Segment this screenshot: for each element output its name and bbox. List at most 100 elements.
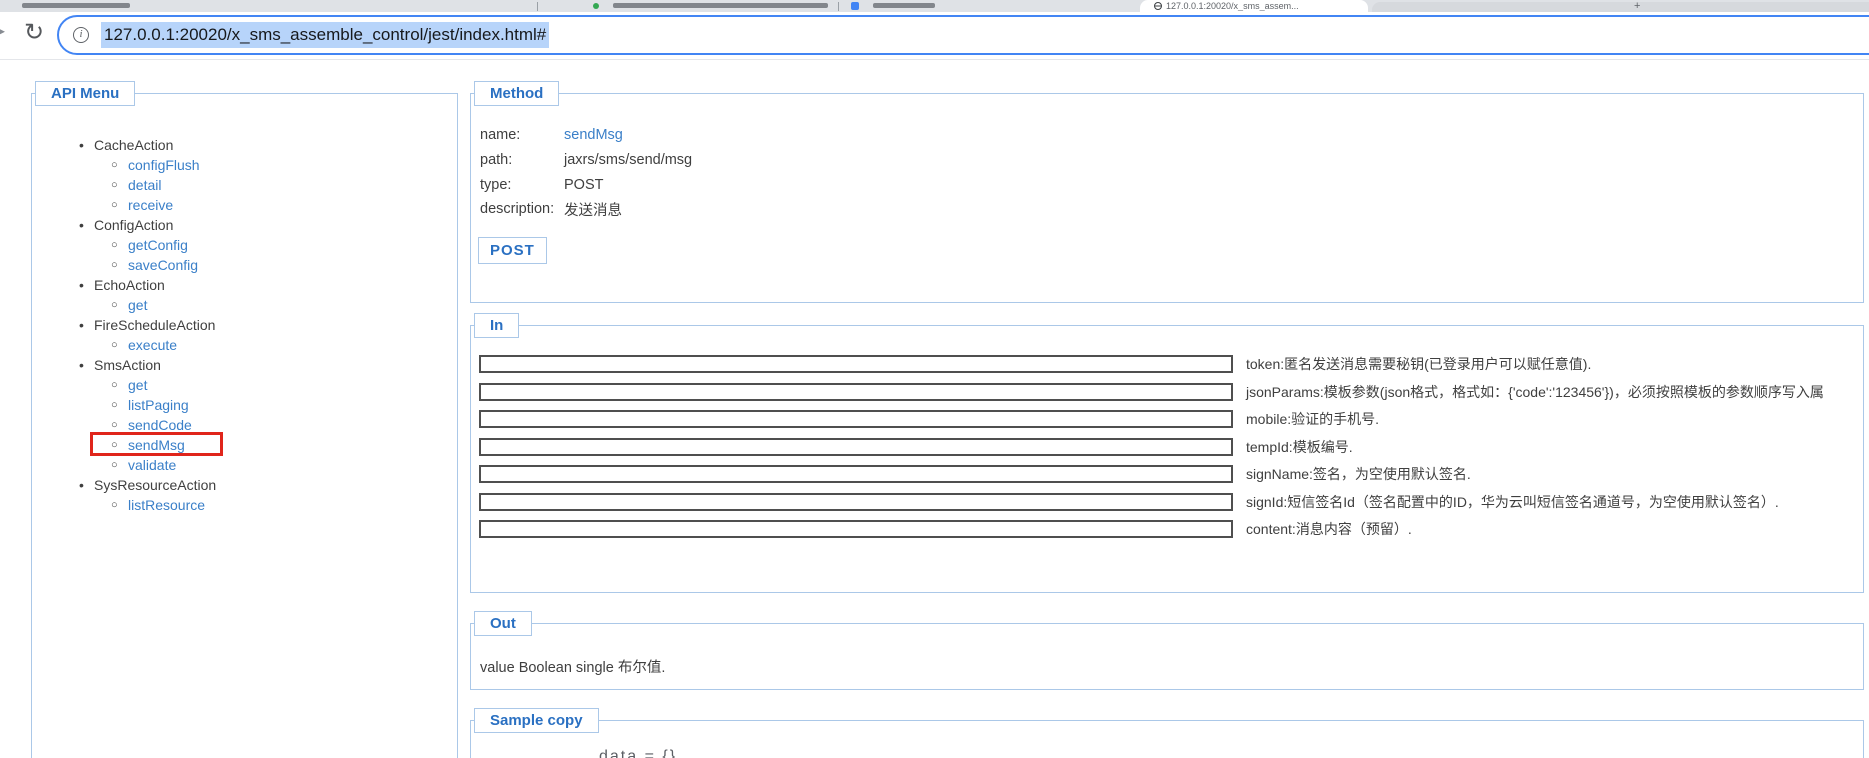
sample-copy-panel: Sample copy data = {} xyxy=(470,708,1864,758)
in-legend: In xyxy=(474,313,520,338)
menu-item-sendCode[interactable]: sendCode xyxy=(128,417,192,433)
page-info-icon[interactable]: i xyxy=(73,27,89,43)
menu-item-execute[interactable]: execute xyxy=(128,337,177,353)
bullet-circle-icon: ○ xyxy=(111,299,118,311)
active-tab-title: 127.0.0.1:20020/x_sms_assem... xyxy=(1166,1,1299,11)
tab-title-fragment[interactable] xyxy=(613,3,828,8)
bullet-circle-icon: ○ xyxy=(111,239,118,251)
method-row-label: type: xyxy=(480,176,512,193)
green-favicon-icon xyxy=(593,3,599,9)
menu-group-label: FireScheduleAction xyxy=(94,317,216,333)
tab-separator xyxy=(838,2,839,11)
post-submit-button[interactable]: POST xyxy=(478,237,547,264)
in-param-row: tempId:模板编号. xyxy=(479,437,1353,457)
method-rows: name: sendMsg path: jaxrs/sms/send/msg type:… xyxy=(480,123,692,222)
bullet-circle-icon: ○ xyxy=(111,499,118,511)
bullet-circle-icon: ○ xyxy=(111,179,118,191)
method-row-value: jaxrs/sms/send/msg xyxy=(564,152,693,169)
bullet-disc-icon: • xyxy=(79,477,84,493)
menu-group-label: EchoAction xyxy=(94,277,165,293)
bullet-disc-icon: • xyxy=(79,217,84,233)
menu-item-sendMsg[interactable]: sendMsg xyxy=(128,437,185,453)
in-param-label: jsonParams:模板参数(json格式，格式如：{'code':'1234… xyxy=(1246,383,1824,400)
menu-item-row: ○ listPaging xyxy=(32,395,452,415)
menu-item-listResource[interactable]: listResource xyxy=(128,497,205,513)
method-row-value: 发送消息 xyxy=(564,202,622,219)
in-param-label: tempId:模板编号. xyxy=(1246,438,1353,455)
menu-group-label: ConfigAction xyxy=(94,217,174,233)
bullet-circle-icon: ○ xyxy=(111,379,118,391)
mobile-input[interactable] xyxy=(479,410,1233,428)
tempId-input[interactable] xyxy=(479,437,1233,456)
signName-input[interactable] xyxy=(479,465,1233,483)
forward-chevron-icon[interactable]: ▸ xyxy=(0,16,5,45)
api-menu-panel: API Menu • CacheAction ○ configFlush ○ detail… xyxy=(31,81,458,758)
jsonParams-input[interactable] xyxy=(479,382,1233,401)
token-input[interactable] xyxy=(479,355,1233,373)
in-param-row: signId:短信签名Id（签名配置中的ID，华为云叫短信签名通道号，为空使用默… xyxy=(479,492,1779,512)
active-tab[interactable]: 127.0.0.1:20020/x_sms_assem... xyxy=(1140,0,1368,12)
method-row-value[interactable]: sendMsg xyxy=(564,127,623,143)
reload-icon[interactable]: ↻ xyxy=(24,18,44,47)
method-row-label: name: xyxy=(480,127,521,144)
in-param-label: mobile:验证的手机号. xyxy=(1246,411,1380,427)
menu-group-FireScheduleAction: • FireScheduleAction xyxy=(32,315,452,335)
menu-item-validate[interactable]: validate xyxy=(128,457,176,473)
method-row-value: POST xyxy=(564,176,604,193)
method-row: description: 发送消息 xyxy=(480,197,692,222)
blue-favicon-icon xyxy=(851,2,859,10)
sample-copy-legend: Sample copy xyxy=(474,708,599,733)
menu-item-listPaging[interactable]: listPaging xyxy=(128,397,189,413)
method-row: name: sendMsg xyxy=(480,123,692,148)
method-legend: Method xyxy=(474,81,560,106)
bullet-disc-icon: • xyxy=(79,137,84,153)
bullet-disc-icon: • xyxy=(79,277,84,293)
signId-input[interactable] xyxy=(479,492,1233,511)
menu-group-label: CacheAction xyxy=(94,137,174,153)
globe-icon xyxy=(1154,2,1162,10)
method-row-label: description: xyxy=(480,201,555,218)
bullet-circle-icon: ○ xyxy=(111,459,118,471)
method-row: path: jaxrs/sms/send/msg xyxy=(480,148,692,173)
address-bar[interactable]: i 127.0.0.1:20020/x_sms_assemble_control… xyxy=(57,15,1869,55)
menu-group-SysResourceAction: • SysResourceAction xyxy=(32,475,452,495)
bullet-circle-icon: ○ xyxy=(111,259,118,271)
out-value-text: value Boolean single 布尔值. xyxy=(480,660,666,676)
api-menu-legend: API Menu xyxy=(35,81,136,106)
menu-group-CacheAction: • CacheAction xyxy=(32,135,452,155)
content-input[interactable] xyxy=(479,520,1233,538)
bullet-circle-icon: ○ xyxy=(111,159,118,171)
menu-item-getConfig[interactable]: getConfig xyxy=(128,237,188,253)
menu-item-get[interactable]: get xyxy=(128,297,147,313)
menu-item-row: ○ detail xyxy=(32,175,452,195)
menu-group-SmsAction: • SmsAction xyxy=(32,355,452,375)
sample-code-partial: data = {} xyxy=(599,748,678,758)
menu-item-receive[interactable]: receive xyxy=(128,197,173,213)
method-row-label: path: xyxy=(480,152,513,169)
menu-item-row: ○ sendMsg xyxy=(32,435,452,455)
in-param-label: signId:短信签名Id（签名配置中的ID，华为云叫短信签名通道号，为空使用默… xyxy=(1246,493,1779,510)
menu-group-EchoAction: • EchoAction xyxy=(32,275,452,295)
inactive-tab[interactable] xyxy=(1372,2,1869,12)
bullet-circle-icon: ○ xyxy=(111,399,118,411)
menu-item-configFlush[interactable]: configFlush xyxy=(128,157,200,173)
menu-group-ConfigAction: • ConfigAction xyxy=(32,215,452,235)
bullet-disc-icon: • xyxy=(79,357,84,373)
bullet-circle-icon: ○ xyxy=(111,439,118,451)
menu-item-saveConfig[interactable]: saveConfig xyxy=(128,257,198,273)
bullet-circle-icon: ○ xyxy=(111,339,118,351)
in-param-row: signName:签名，为空使用默认签名. xyxy=(479,464,1471,484)
tab-title-fragment[interactable] xyxy=(873,3,935,8)
url-text[interactable]: 127.0.0.1:20020/x_sms_assemble_control/j… xyxy=(101,22,550,48)
menu-item-get[interactable]: get xyxy=(128,377,147,393)
new-tab-icon[interactable]: + xyxy=(1634,0,1640,12)
menu-item-row: ○ listResource xyxy=(32,495,452,515)
tab-separator xyxy=(537,2,538,11)
browser-toolbar: ▸ ↻ i 127.0.0.1:20020/x_sms_assemble_con… xyxy=(0,12,1869,60)
in-param-label: content:消息内容（预留）. xyxy=(1246,521,1412,537)
tab-title-fragment[interactable] xyxy=(22,3,130,8)
method-panel: Method name: sendMsg path: jaxrs/sms/send/m… xyxy=(470,81,1864,303)
menu-item-detail[interactable]: detail xyxy=(128,177,161,193)
in-param-label: token:匿名发送消息需要秘钥(已登录用户可以赋任意值). xyxy=(1246,356,1592,372)
browser-window: 127.0.0.1:20020/x_sms_assem... + ▸ ↻ i 1… xyxy=(0,0,1869,758)
